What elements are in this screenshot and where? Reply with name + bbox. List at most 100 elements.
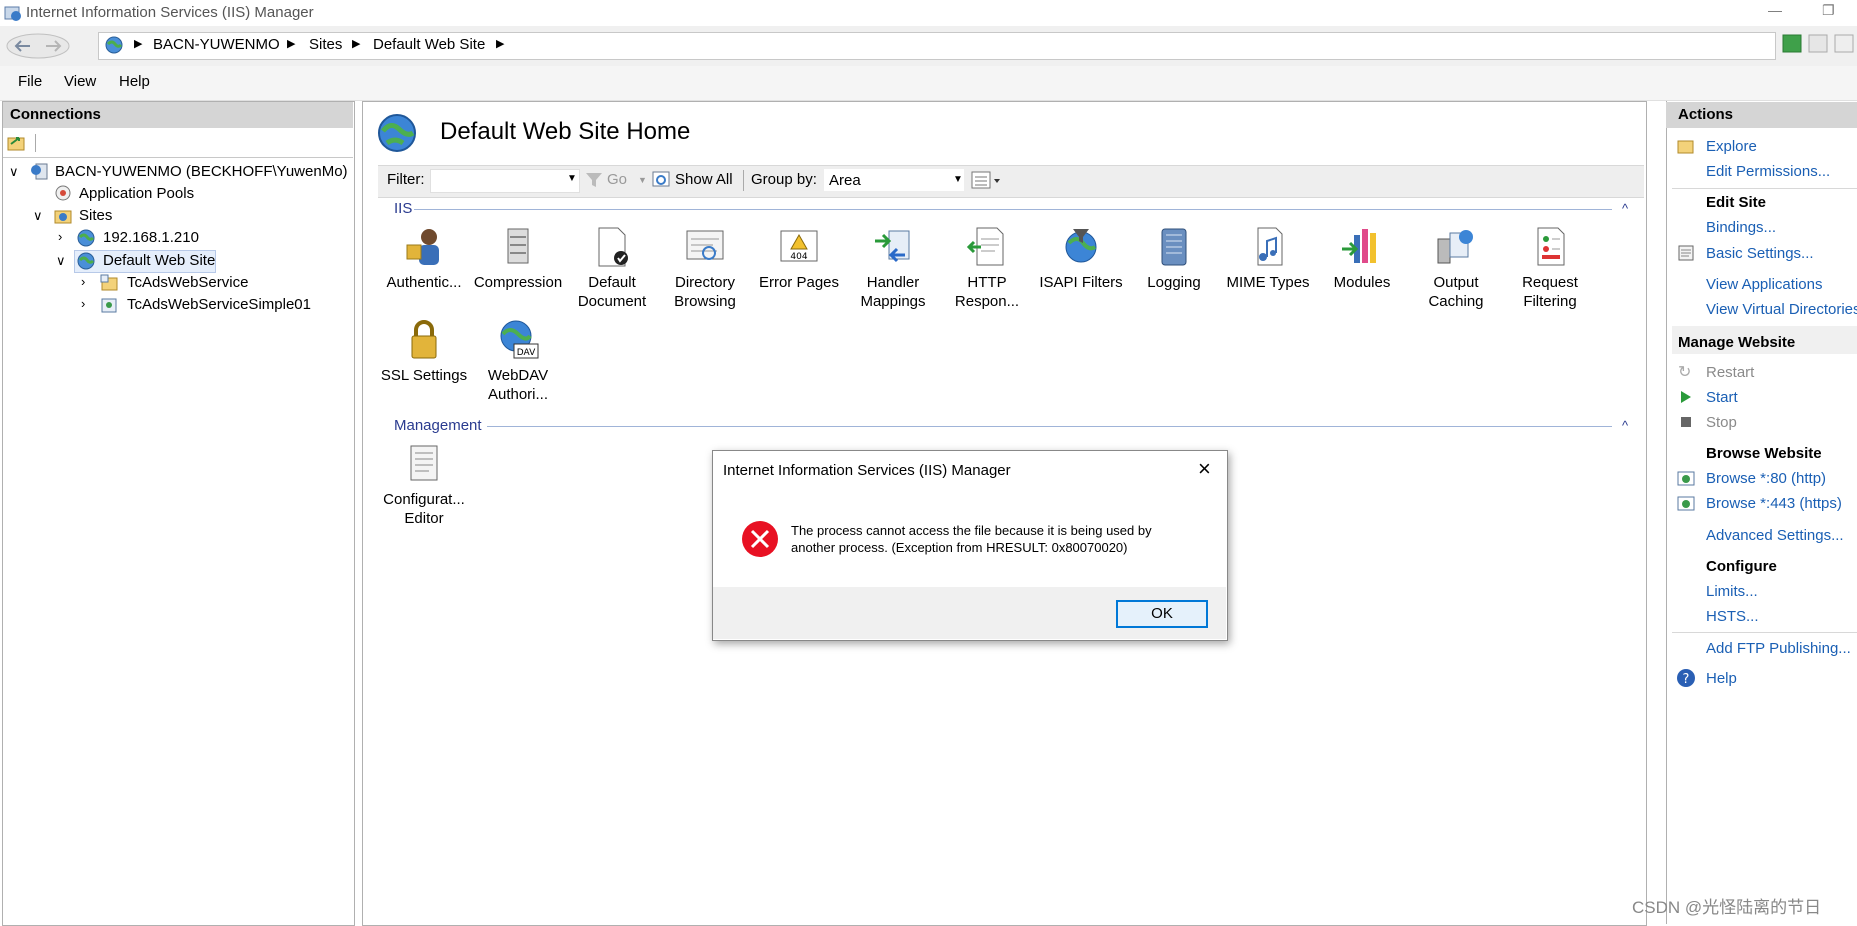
svg-text:?: ? (1683, 672, 1690, 687)
logging-icon (1161, 228, 1187, 266)
chevron-right-icon[interactable]: › (81, 274, 85, 289)
dialog-close-button[interactable]: × (1198, 456, 1211, 482)
ok-button[interactable]: OK (1116, 600, 1208, 628)
feature-ssl-settings[interactable]: SSL Settings (378, 318, 470, 385)
chevron-right-icon: ▶ (352, 38, 361, 50)
feature-webdav-authoring[interactable]: DAV WebDAV Authori... (472, 318, 564, 404)
menu-view[interactable]: View (64, 73, 96, 90)
tree-server[interactable]: BACN-YUWENMO (BECKHOFF\YuwenMo) (55, 163, 348, 180)
feature-isapi-filters[interactable]: ISAPI Filters (1035, 225, 1127, 292)
feature-default-document[interactable]: Default Document (566, 225, 658, 311)
feature-label: Output (1433, 274, 1479, 291)
group-by-value: Area (829, 172, 861, 189)
server-icon (31, 163, 48, 180)
breadcrumb-sites[interactable]: Sites (309, 36, 342, 53)
chevron-down-icon[interactable]: ∨ (9, 164, 19, 180)
menu-help[interactable]: Help (119, 73, 150, 90)
feature-compression[interactable]: Compression (472, 225, 564, 292)
action-limits[interactable]: Limits... (1706, 583, 1758, 600)
action-bindings[interactable]: Bindings... (1706, 219, 1776, 236)
action-advanced-settings[interactable]: Advanced Settings... (1706, 527, 1844, 544)
start-icon (1681, 391, 1691, 403)
actions-title: Actions (1678, 106, 1734, 123)
tree-tcadswebservice[interactable]: TcAdsWebService (127, 274, 248, 291)
collapse-icon[interactable]: ^ (1622, 418, 1628, 433)
view-options-icon[interactable] (970, 170, 1002, 190)
section-divider (414, 209, 1612, 210)
feature-label: Configurat... (383, 491, 465, 508)
action-browse-80[interactable]: Browse *:80 (http) (1706, 470, 1826, 487)
feature-configuration-editor[interactable]: Configurat... Editor (378, 442, 470, 528)
action-start[interactable]: Start (1706, 389, 1738, 406)
feature-http-response-headers[interactable]: HTTP Respon... (941, 225, 1033, 311)
feature-handler-mappings[interactable]: Handler Mappings (847, 225, 939, 311)
dialog-message-line1: The process cannot access the file becau… (791, 523, 1152, 538)
dialog-title: Internet Information Services (IIS) Mana… (723, 462, 1011, 479)
chevron-right-icon[interactable]: › (58, 229, 62, 244)
globe-icon (105, 36, 123, 54)
action-view-virtual-directories[interactable]: View Virtual Directories (1706, 301, 1857, 318)
action-basic-settings[interactable]: Basic Settings... (1706, 245, 1814, 262)
minimize-button[interactable]: — (1768, 2, 1782, 18)
explore-folder-icon (1677, 140, 1694, 154)
tree-application-pools[interactable]: Application Pools (79, 185, 194, 202)
actions-header: Actions (1666, 102, 1857, 128)
menu-file[interactable]: File (18, 73, 42, 90)
tree-default-web-site[interactable]: Default Web Site (103, 252, 215, 269)
feature-label: Default (588, 274, 636, 291)
iis-app-icon (4, 6, 21, 21)
feature-authentication[interactable]: Authentic... (378, 225, 470, 292)
feature-label: Modules (1333, 274, 1391, 291)
feature-modules[interactable]: Modules (1316, 225, 1408, 292)
chevron-down-icon[interactable]: ▼ (567, 173, 577, 184)
connect-icon[interactable] (7, 134, 27, 152)
chevron-down-icon: ▼ (953, 174, 963, 185)
show-all-button[interactable]: Show All (675, 171, 733, 188)
actions-divider (1672, 632, 1857, 633)
action-edit-permissions[interactable]: Edit Permissions... (1706, 163, 1830, 180)
filter-input[interactable] (430, 169, 580, 193)
restore-button[interactable]: ❐ (1822, 2, 1835, 19)
action-add-ftp-publishing[interactable]: Add FTP Publishing... (1706, 640, 1851, 657)
action-explore[interactable]: Explore (1706, 138, 1757, 155)
svg-text:404: 404 (790, 252, 807, 262)
site-home-globe-icon (378, 114, 416, 152)
tree-site-192[interactable]: 192.168.1.210 (103, 229, 199, 246)
configuration-editor-icon (410, 445, 438, 481)
section-divider (487, 426, 1612, 427)
chevron-right-icon[interactable]: › (81, 296, 85, 311)
feature-request-filtering[interactable]: Request Filtering (1504, 225, 1596, 311)
feature-mime-types[interactable]: MIME Types (1222, 225, 1314, 292)
chevron-down-icon[interactable]: ▼ (638, 175, 647, 185)
group-by-select[interactable]: Area ▼ (824, 169, 964, 191)
go-button[interactable]: Go (607, 171, 627, 188)
action-browse-443[interactable]: Browse *:443 (https) (1706, 495, 1842, 512)
title-bar: Internet Information Services (IIS) Mana… (0, 0, 1857, 26)
feature-directory-browsing[interactable]: Directory Browsing (659, 225, 751, 311)
back-forward-buttons[interactable] (6, 33, 70, 59)
feature-label: HTTP (967, 274, 1007, 291)
feature-output-caching[interactable]: Output Caching (1410, 225, 1502, 311)
feature-error-pages[interactable]: 404 Error Pages (753, 225, 845, 292)
tree-tcadswebservicesimple01[interactable]: TcAdsWebServiceSimple01 (127, 296, 311, 313)
chevron-down-icon[interactable]: ∨ (33, 208, 43, 224)
breadcrumb-server[interactable]: BACN-YUWENMO (153, 36, 280, 53)
page-title: Default Web Site Home (440, 118, 691, 145)
feature-label: Authentic... (386, 274, 462, 291)
chevron-down-icon[interactable]: ∨ (56, 253, 66, 269)
action-stop[interactable]: Stop (1706, 414, 1737, 431)
breadcrumb[interactable] (98, 32, 1776, 60)
funnel-icon (586, 173, 602, 187)
tree-sites[interactable]: Sites (79, 207, 112, 224)
action-restart[interactable]: Restart (1706, 364, 1754, 381)
collapse-icon[interactable]: ^ (1622, 201, 1628, 216)
application-icon (101, 298, 117, 313)
site-globe-icon (77, 252, 95, 270)
chevron-right-icon: ▶ (287, 38, 296, 50)
restart-icon: ↻ (1678, 364, 1692, 381)
action-view-applications[interactable]: View Applications (1706, 276, 1822, 293)
action-help[interactable]: Help (1706, 670, 1737, 687)
action-hsts[interactable]: HSTS... (1706, 608, 1759, 625)
feature-logging[interactable]: Logging (1128, 225, 1220, 292)
breadcrumb-site[interactable]: Default Web Site (373, 36, 485, 53)
